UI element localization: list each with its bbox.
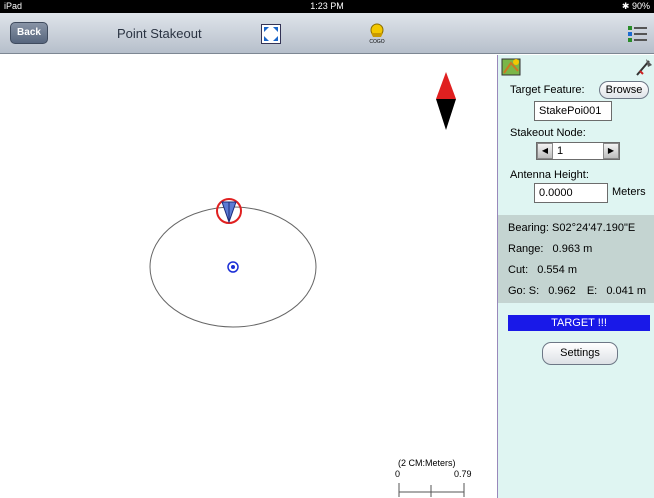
stakeout-node-label: Stakeout Node: <box>510 127 586 139</box>
battery-percent: 90% <box>631 1 650 11</box>
cogo-button[interactable]: COGO <box>366 21 388 45</box>
go-e-value: 0.041 m <box>606 285 647 297</box>
go-e-label: E: <box>586 285 598 297</box>
north-arrow-icon <box>436 72 456 130</box>
cut-label: Cut: <box>508 264 529 276</box>
range-value: 0.963 m <box>552 243 593 255</box>
target-banner: TARGET !!! <box>508 315 650 331</box>
stepper-left-icon[interactable]: ◀ <box>537 143 553 159</box>
page-title: Point Stakeout <box>117 26 202 41</box>
nav-bar: Back Point Stakeout COGO <box>0 13 654 54</box>
stepper-right-icon[interactable]: ▶ <box>603 143 619 159</box>
bearing-readout: Bearing: S02°24'47.190"E <box>508 222 636 234</box>
back-button[interactable]: Back <box>10 22 48 44</box>
target-feature-label: Target Feature: <box>510 84 585 96</box>
scale-bar <box>398 483 465 497</box>
stakeout-node-value: 1 <box>557 145 564 157</box>
scale-max-label: 0.79 <box>454 469 472 479</box>
settings-button[interactable]: Settings <box>542 342 618 365</box>
target-map-icon[interactable] <box>501 57 523 82</box>
antenna-height-label: Antenna Height: <box>510 169 589 181</box>
current-position-icon <box>216 198 242 224</box>
go-s-label: Go: S: <box>508 285 540 297</box>
go-s-value: 0.962 <box>548 285 576 297</box>
layer-list-icon[interactable] <box>627 25 649 43</box>
cut-readout: Cut: 0.554 m <box>508 264 577 276</box>
survey-rod-icon[interactable] <box>634 57 654 82</box>
target-feature-field[interactable]: StakePoi001 <box>534 101 612 121</box>
antenna-unit-label: Meters <box>612 186 646 198</box>
scale-label: (2 CM:Meters) <box>398 458 456 468</box>
status-bar: iPad 1:23 PM ✱ 90% <box>0 0 654 13</box>
bluetooth-icon: ✱ <box>621 1 630 11</box>
browse-button[interactable]: Browse <box>599 81 649 99</box>
stakeout-node-stepper[interactable]: ◀ 1 ▶ <box>536 142 620 160</box>
go-readout: Go: S: 0.962 E: 0.041 m <box>508 285 646 297</box>
antenna-height-field[interactable]: 0.0000 <box>534 183 608 203</box>
range-label: Range: <box>508 243 544 255</box>
expand-icon[interactable] <box>261 24 281 44</box>
battery-indicator: ✱ 90% <box>622 1 650 12</box>
target-point-icon <box>227 261 239 273</box>
range-readout: Range: 0.963 m <box>508 243 592 255</box>
map-canvas <box>149 72 465 497</box>
map-view[interactable] <box>0 55 497 498</box>
cogo-label: COGO <box>369 39 384 45</box>
stakeout-readout: Bearing: S02°24'47.190"E Range: 0.963 m … <box>498 215 654 303</box>
cut-value: 0.554 m <box>537 264 577 276</box>
stakeout-panel: Target Feature: Browse StakePoi001 Stake… <box>497 55 654 498</box>
status-time: 1:23 PM <box>310 1 344 11</box>
scale-min-label: 0 <box>395 469 401 479</box>
